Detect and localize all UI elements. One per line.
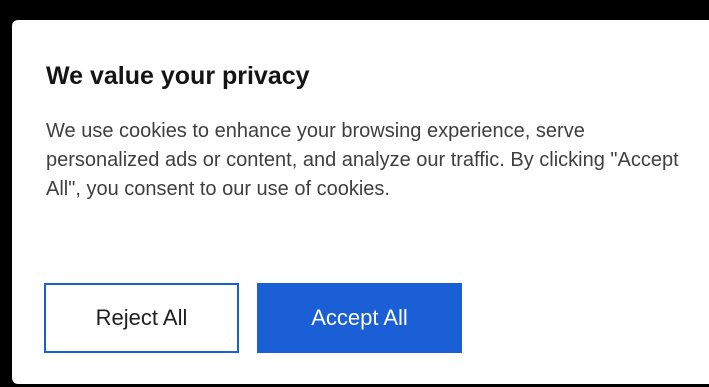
cookie-consent-banner: We value your privacy We use cookies to … bbox=[12, 20, 709, 384]
banner-message: We use cookies to enhance your browsing … bbox=[46, 120, 679, 200]
reject-all-button[interactable]: Reject All bbox=[44, 283, 239, 353]
accept-all-button[interactable]: Accept All bbox=[257, 283, 462, 353]
banner-title: We value your privacy bbox=[46, 62, 310, 90]
